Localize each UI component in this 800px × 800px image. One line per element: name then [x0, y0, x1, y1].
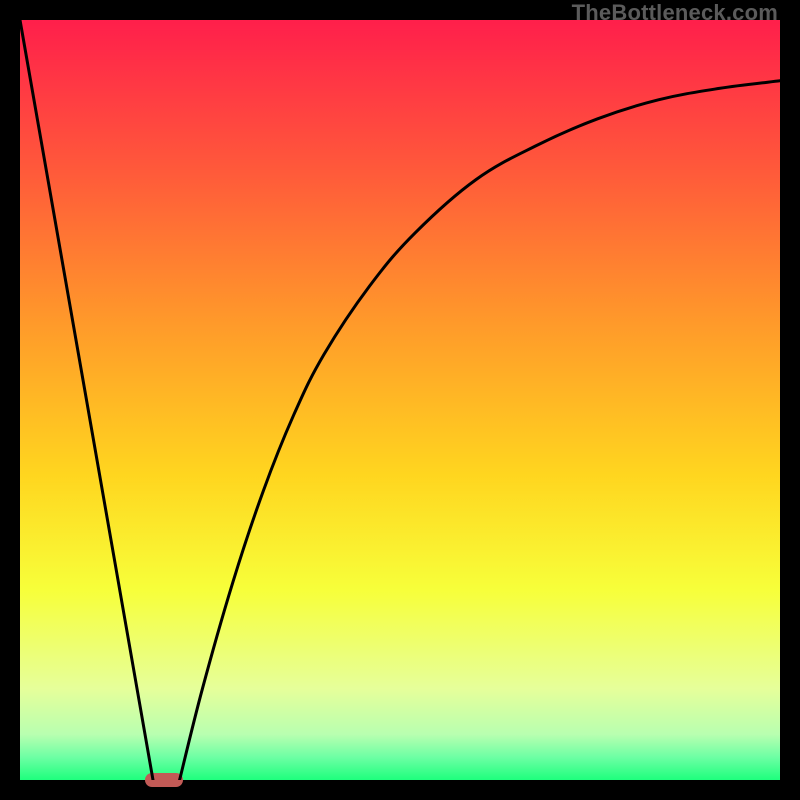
curve-layer [20, 20, 780, 780]
plot-area [20, 20, 780, 780]
series-left-line [20, 20, 153, 780]
chart-container: TheBottleneck.com [0, 0, 800, 800]
watermark-text: TheBottleneck.com [572, 0, 778, 26]
series-right-curve [180, 81, 780, 780]
